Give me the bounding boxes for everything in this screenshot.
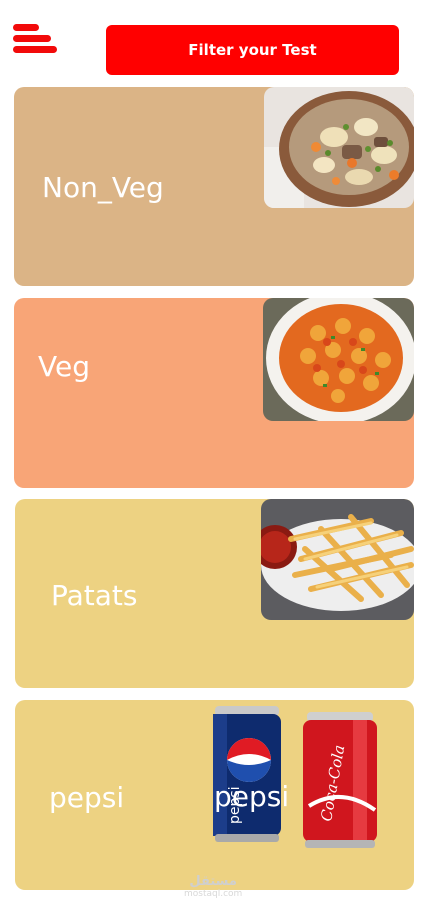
card-pepsi[interactable]: pepsi pepsi Coca-Cola pepsi xyxy=(15,700,414,890)
meat-stew-image xyxy=(264,87,414,208)
card-label: Non_Veg xyxy=(42,171,164,204)
watermark-latin: mostaql.com xyxy=(184,889,243,899)
pasta-image xyxy=(263,298,414,421)
french-fries-image xyxy=(261,499,414,620)
pepsi-can-image: pepsi xyxy=(211,704,283,844)
card-veg[interactable]: Veg xyxy=(14,298,414,488)
card-non-veg[interactable]: Non_Veg xyxy=(14,87,414,286)
watermark: مستقل mostaql.com xyxy=(184,874,242,899)
watermark-arabic: مستقل xyxy=(189,874,237,889)
card-label: pepsi xyxy=(49,781,125,814)
card-label: Veg xyxy=(38,350,90,383)
card-label: Patats xyxy=(51,579,138,612)
filter-button[interactable]: Filter your Test xyxy=(106,25,399,75)
card-patats[interactable]: Patats xyxy=(15,499,414,688)
hamburger-menu-icon[interactable] xyxy=(13,24,59,56)
coca-cola-can-image: Coca-Cola xyxy=(301,710,379,850)
can-overlay-text: pepsi xyxy=(214,780,290,813)
